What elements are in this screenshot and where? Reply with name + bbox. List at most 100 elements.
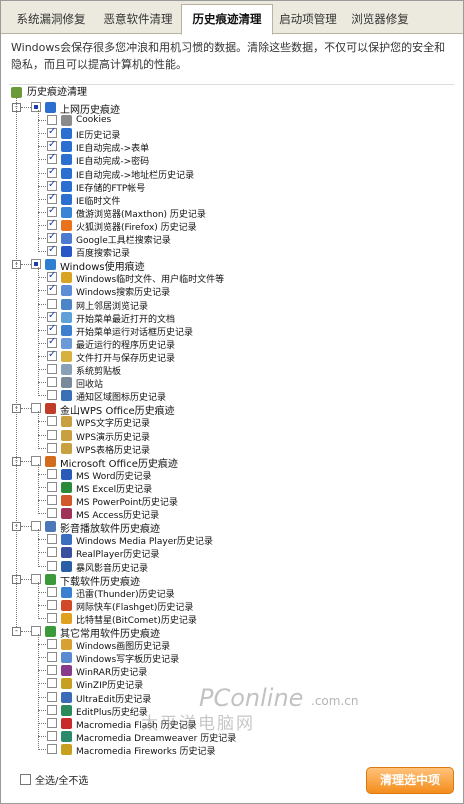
item-label[interactable]: 开始菜单运行对话框历史记录 <box>76 325 193 338</box>
item-checkbox[interactable] <box>47 665 57 676</box>
item-checkbox[interactable] <box>47 115 57 126</box>
item-label[interactable]: IE历史记录 <box>76 128 120 141</box>
item-checkbox[interactable] <box>47 691 57 702</box>
item-checkbox[interactable] <box>47 270 57 283</box>
item-label[interactable]: 开始菜单最近打开的文档 <box>76 312 175 325</box>
item-checkbox[interactable] <box>47 192 57 204</box>
item-label[interactable]: WPS文字历史记录 <box>76 416 150 429</box>
item-checkbox[interactable] <box>47 416 57 427</box>
tab-vuln-fix[interactable]: 系统漏洞修复 <box>11 7 91 32</box>
group-checkbox[interactable] <box>31 573 41 584</box>
item-label[interactable]: 比特彗星(BitComet)历史记录 <box>76 613 197 626</box>
item-checkbox[interactable] <box>47 652 57 663</box>
item-checkbox[interactable] <box>47 126 57 139</box>
item-checkbox[interactable] <box>47 205 57 217</box>
item-checkbox[interactable] <box>47 390 57 401</box>
item-label[interactable]: 网上邻居浏览记录 <box>76 299 148 312</box>
item-label[interactable]: 暴风影音历史记录 <box>76 561 148 574</box>
group-checkbox[interactable] <box>31 403 41 414</box>
group-checkbox[interactable] <box>31 259 41 270</box>
item-label[interactable]: RealPlayer历史记录 <box>76 547 159 560</box>
item-checkbox[interactable] <box>47 534 57 545</box>
group-checkbox[interactable] <box>31 102 41 112</box>
item-label[interactable]: WPS表格历史记录 <box>76 443 150 456</box>
group-label[interactable]: 影音播放软件历史痕迹 <box>60 520 160 535</box>
group-checkbox[interactable] <box>31 455 41 466</box>
item-label[interactable]: IE自动完成->地址栏历史记录 <box>76 168 194 181</box>
item-checkbox[interactable] <box>47 231 57 243</box>
item-label[interactable]: 回收站 <box>76 377 103 390</box>
item-label[interactable]: 网际快车(Flashget)历史记录 <box>76 600 193 613</box>
item-checkbox[interactable] <box>47 704 57 715</box>
item-label[interactable]: MS Word历史记录 <box>76 469 151 482</box>
item-label[interactable]: EditPlus历史纪录 <box>76 705 148 718</box>
item-label[interactable]: IE自动完成->密码 <box>76 154 149 167</box>
group-label[interactable]: Microsoft Office历史痕迹 <box>60 455 178 470</box>
item-checkbox[interactable] <box>47 743 57 754</box>
item-label[interactable]: 系统剪贴板 <box>76 364 121 377</box>
item-label[interactable]: 傲游浏览器(Maxthon) 历史记录 <box>76 207 206 220</box>
group-label[interactable]: 金山WPS Office历史痕迹 <box>60 402 175 417</box>
group-checkbox[interactable] <box>31 626 41 636</box>
item-checkbox[interactable] <box>47 495 57 505</box>
tab-startup-manage[interactable]: 启动项管理 <box>273 7 343 32</box>
group-label[interactable]: Windows使用痕迹 <box>60 258 145 273</box>
item-label[interactable]: Macromedia Fireworks 历史记录 <box>76 744 216 757</box>
clean-selected-button[interactable]: 清理选中项 <box>366 767 454 794</box>
item-label[interactable]: 百度搜索记录 <box>76 246 130 259</box>
item-label[interactable]: 最近运行的程序历史记录 <box>76 338 175 351</box>
item-label[interactable]: WinRAR历史记录 <box>76 665 147 678</box>
item-label[interactable]: IE存储的FTP帐号 <box>76 181 145 194</box>
item-label[interactable]: 迅雷(Thunder)历史记录 <box>76 587 175 600</box>
item-checkbox[interactable] <box>47 152 57 165</box>
item-label[interactable]: UltraEdit历史记录 <box>76 692 151 705</box>
item-checkbox[interactable] <box>47 349 57 361</box>
item-checkbox[interactable] <box>47 364 57 374</box>
item-checkbox[interactable] <box>47 442 57 453</box>
item-checkbox[interactable] <box>47 678 57 689</box>
item-label[interactable]: Windows搜索历史记录 <box>76 285 170 298</box>
select-all-label[interactable]: 全选/全不选 <box>35 772 88 787</box>
item-label[interactable]: 文件打开与保存历史记录 <box>76 351 175 364</box>
item-checkbox[interactable] <box>47 586 57 597</box>
item-label[interactable]: Windows Media Player历史记录 <box>76 534 213 547</box>
item-checkbox[interactable] <box>47 377 57 388</box>
item-checkbox[interactable] <box>47 639 57 650</box>
item-label[interactable]: 火狐浏览器(Firefox) 历史记录 <box>76 220 197 233</box>
item-label[interactable]: 通知区域图标历史记录 <box>76 390 166 403</box>
item-checkbox[interactable] <box>47 730 57 741</box>
item-label[interactable]: WinZIP历史记录 <box>76 678 143 691</box>
item-checkbox[interactable] <box>47 468 57 479</box>
item-checkbox[interactable] <box>47 336 57 348</box>
item-checkbox[interactable] <box>47 481 57 492</box>
item-checkbox[interactable] <box>47 310 57 322</box>
tab-history-clean[interactable]: 历史痕迹清理 <box>181 4 273 35</box>
item-checkbox[interactable] <box>47 283 57 296</box>
item-label[interactable]: IE自动完成->表单 <box>76 141 149 154</box>
group-label[interactable]: 其它常用软件历史痕迹 <box>60 625 160 640</box>
tab-browser-fix[interactable]: 浏览器修复 <box>345 7 415 32</box>
expand-toggle[interactable]: - <box>12 627 21 636</box>
item-label[interactable]: MS Excel历史记录 <box>76 482 152 495</box>
group-label[interactable]: 上网历史痕迹 <box>60 101 120 116</box>
item-label[interactable]: MS PowerPoint历史记录 <box>76 495 178 508</box>
item-label[interactable]: Google工具栏搜索记录 <box>76 233 171 246</box>
item-checkbox[interactable] <box>47 244 57 257</box>
item-checkbox[interactable] <box>47 717 57 728</box>
item-checkbox[interactable] <box>47 612 57 623</box>
item-checkbox[interactable] <box>47 166 57 178</box>
item-label[interactable]: Windows临时文件、用户临时文件等 <box>76 272 224 285</box>
tab-malware-clean[interactable]: 恶意软件清理 <box>97 7 179 32</box>
item-checkbox[interactable] <box>47 508 57 519</box>
item-checkbox[interactable] <box>47 298 57 309</box>
item-checkbox[interactable] <box>47 560 57 571</box>
item-label[interactable]: Windows画图历史记录 <box>76 639 170 652</box>
item-checkbox[interactable] <box>47 547 57 558</box>
item-checkbox[interactable] <box>47 429 57 440</box>
item-label[interactable]: WPS演示历史记录 <box>76 430 150 443</box>
select-all-checkbox[interactable] <box>20 774 31 785</box>
item-checkbox[interactable] <box>47 218 57 230</box>
item-checkbox[interactable] <box>47 599 57 610</box>
item-checkbox[interactable] <box>47 179 57 191</box>
group-label[interactable]: 下载软件历史痕迹 <box>60 573 140 588</box>
